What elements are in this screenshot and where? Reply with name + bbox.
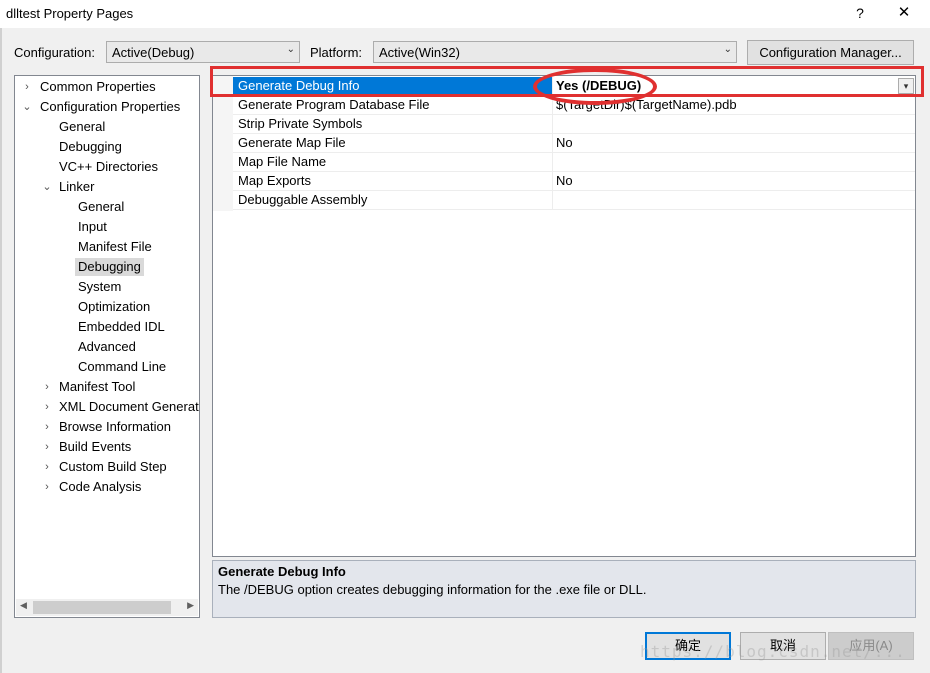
tree-item-code-analysis[interactable]: Code Analysis (59, 478, 141, 496)
configuration-label: Configuration: (14, 45, 95, 60)
expand-icon[interactable]: › (41, 458, 53, 476)
tree-item-vc-directories[interactable]: VC++ Directories (59, 158, 158, 176)
property-row-debuggable-assembly[interactable]: Debuggable Assembly (233, 191, 915, 210)
scroll-right-icon[interactable]: ▶ (187, 600, 194, 611)
chevron-down-icon: ⌄ (286, 44, 295, 55)
property-name[interactable]: Map File Name (233, 153, 553, 171)
property-row-map-file-name[interactable]: Map File Name (233, 153, 915, 172)
tree-item-linker-embedded-idl[interactable]: Embedded IDL (78, 318, 165, 336)
property-name[interactable]: Generate Program Database File (233, 96, 553, 114)
description-title: Generate Debug Info (218, 564, 346, 579)
property-value-text: Yes (/DEBUG) (556, 78, 642, 93)
tree-item-configuration-properties[interactable]: Configuration Properties (40, 98, 180, 116)
property-value[interactable]: No (553, 172, 915, 190)
tree-item-linker-command-line[interactable]: Command Line (78, 358, 166, 376)
tree-item-linker-manifest-file[interactable]: Manifest File (78, 238, 152, 256)
tree-item-linker-general[interactable]: General (78, 198, 124, 216)
window-edge (0, 28, 2, 673)
tree-item-linker-input[interactable]: Input (78, 218, 107, 236)
grid-margin (213, 76, 233, 211)
description-text: The /DEBUG option creates debugging info… (218, 582, 647, 597)
property-row-generate-map-file[interactable]: Generate Map File No (233, 134, 915, 153)
property-name[interactable]: Strip Private Symbols (233, 115, 553, 133)
property-value[interactable]: $(TargetDir)$(TargetName).pdb (553, 96, 915, 114)
platform-value: Active(Win32) (379, 45, 460, 60)
property-grid: Generate Debug Info Yes (/DEBUG) ▾ Genera… (212, 75, 916, 557)
title-bar: dlltest Property Pages ? ✕ (0, 0, 930, 28)
property-value[interactable] (553, 153, 915, 171)
property-name[interactable]: Generate Debug Info (233, 77, 553, 95)
platform-dropdown[interactable]: Active(Win32) ⌄ (373, 41, 737, 63)
tree-item-linker-debugging[interactable]: Debugging (75, 258, 144, 276)
platform-label: Platform: (310, 45, 363, 60)
expand-icon[interactable]: › (41, 418, 53, 436)
expand-icon[interactable]: › (41, 398, 53, 416)
tree-item-linker-optimization[interactable]: Optimization (78, 298, 150, 316)
scrollbar-thumb[interactable] (33, 601, 171, 614)
expand-icon[interactable]: › (41, 478, 53, 496)
property-value[interactable]: No (553, 134, 915, 152)
dropdown-arrow-icon[interactable]: ▾ (898, 78, 914, 94)
property-value[interactable] (553, 115, 915, 133)
horizontal-scrollbar[interactable]: ◀ ▶ (16, 599, 198, 616)
property-value[interactable] (553, 191, 915, 209)
expand-icon[interactable]: › (41, 438, 53, 456)
collapse-icon[interactable]: ⌄ (41, 178, 53, 196)
tree-item-xml-document-generator[interactable]: XML Document Generat (59, 398, 199, 416)
chevron-down-icon: ⌄ (723, 44, 732, 55)
configuration-dropdown[interactable]: Active(Debug) ⌄ (106, 41, 300, 63)
tree-item-linker-advanced[interactable]: Advanced (78, 338, 136, 356)
configuration-value: Active(Debug) (112, 45, 195, 60)
property-name[interactable]: Generate Map File (233, 134, 553, 152)
window-title: dlltest Property Pages (6, 6, 134, 21)
expand-icon[interactable]: › (41, 378, 53, 396)
property-name[interactable]: Debuggable Assembly (233, 191, 553, 209)
tree-item-manifest-tool[interactable]: Manifest Tool (59, 378, 135, 396)
collapse-icon[interactable]: ⌄ (21, 98, 33, 116)
description-panel: Generate Debug Info The /DEBUG option cr… (212, 560, 916, 618)
close-button[interactable]: ✕ (892, 3, 916, 23)
tree-item-common-properties[interactable]: Common Properties (40, 78, 156, 96)
help-button[interactable]: ? (850, 3, 870, 23)
expand-icon[interactable]: › (21, 78, 33, 96)
property-value[interactable]: Yes (/DEBUG) ▾ (553, 77, 915, 95)
tree-item-build-events[interactable]: Build Events (59, 438, 131, 456)
watermark: https://blog.csdn.net/... (640, 642, 906, 661)
property-row-strip-private-symbols[interactable]: Strip Private Symbols (233, 115, 915, 134)
property-tree[interactable]: › Common Properties ⌄ Configuration Prop… (14, 75, 200, 618)
property-row-map-exports[interactable]: Map Exports No (233, 172, 915, 191)
configuration-manager-button[interactable]: Configuration Manager... (747, 40, 914, 65)
tree-item-custom-build-step[interactable]: Custom Build Step (59, 458, 167, 476)
scroll-left-icon[interactable]: ◀ (20, 600, 27, 611)
tree-item-linker-system[interactable]: System (78, 278, 121, 296)
property-row-generate-debug-info[interactable]: Generate Debug Info Yes (/DEBUG) ▾ (233, 77, 915, 96)
tree-item-debugging[interactable]: Debugging (59, 138, 122, 156)
tree-item-general[interactable]: General (59, 118, 105, 136)
property-row-program-database-file[interactable]: Generate Program Database File $(TargetD… (233, 96, 915, 115)
tree-item-browse-information[interactable]: Browse Information (59, 418, 171, 436)
property-name[interactable]: Map Exports (233, 172, 553, 190)
tree-item-linker[interactable]: Linker (59, 178, 94, 196)
